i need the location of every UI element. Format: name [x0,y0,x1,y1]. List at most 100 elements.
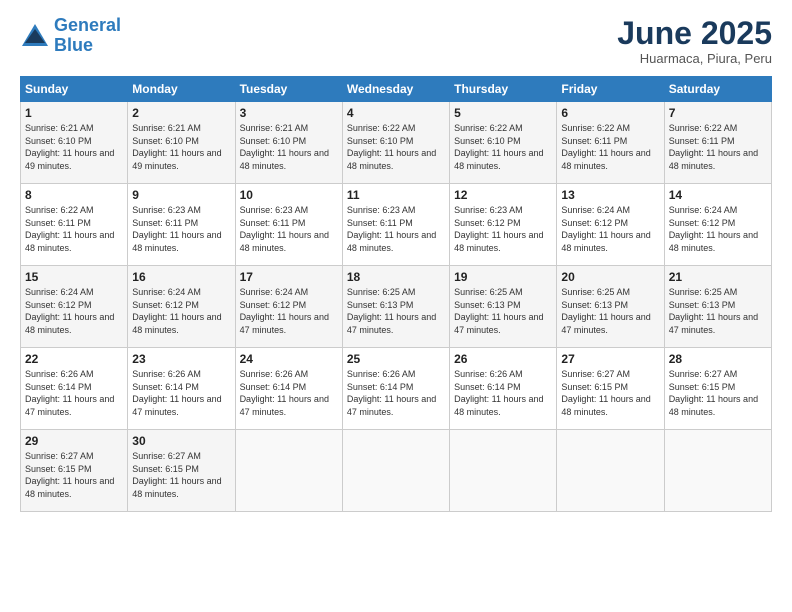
day-number: 21 [669,270,767,284]
cell-info: Sunrise: 6:27 AMSunset: 6:15 PMDaylight:… [561,368,659,418]
cell-info: Sunrise: 6:23 AMSunset: 6:11 PMDaylight:… [240,204,338,254]
logo: General Blue [20,16,121,56]
cell-info: Sunrise: 6:24 AMSunset: 6:12 PMDaylight:… [25,286,123,336]
col-tuesday: Tuesday [235,77,342,102]
cell-info: Sunrise: 6:22 AMSunset: 6:10 PMDaylight:… [454,122,552,172]
week-row-4: 22 Sunrise: 6:26 AMSunset: 6:14 PMDaylig… [21,348,772,430]
day-number: 30 [132,434,230,448]
cell-info: Sunrise: 6:21 AMSunset: 6:10 PMDaylight:… [25,122,123,172]
day-number: 14 [669,188,767,202]
day-cell: 3 Sunrise: 6:21 AMSunset: 6:10 PMDayligh… [235,102,342,184]
day-cell: 30 Sunrise: 6:27 AMSunset: 6:15 PMDaylig… [128,430,235,512]
day-number: 3 [240,106,338,120]
cell-info: Sunrise: 6:24 AMSunset: 6:12 PMDaylight:… [669,204,767,254]
day-number: 11 [347,188,445,202]
day-number: 20 [561,270,659,284]
day-cell: 15 Sunrise: 6:24 AMSunset: 6:12 PMDaylig… [21,266,128,348]
month-title: June 2025 [617,16,772,51]
cell-info: Sunrise: 6:21 AMSunset: 6:10 PMDaylight:… [132,122,230,172]
day-number: 9 [132,188,230,202]
day-cell [664,430,771,512]
cell-info: Sunrise: 6:26 AMSunset: 6:14 PMDaylight:… [240,368,338,418]
day-number: 5 [454,106,552,120]
day-number: 10 [240,188,338,202]
day-cell: 12 Sunrise: 6:23 AMSunset: 6:12 PMDaylig… [450,184,557,266]
day-number: 16 [132,270,230,284]
col-friday: Friday [557,77,664,102]
cell-info: Sunrise: 6:26 AMSunset: 6:14 PMDaylight:… [454,368,552,418]
day-number: 29 [25,434,123,448]
cell-info: Sunrise: 6:24 AMSunset: 6:12 PMDaylight:… [561,204,659,254]
day-number: 24 [240,352,338,366]
day-number: 7 [669,106,767,120]
cell-info: Sunrise: 6:25 AMSunset: 6:13 PMDaylight:… [454,286,552,336]
col-wednesday: Wednesday [342,77,449,102]
day-cell: 6 Sunrise: 6:22 AMSunset: 6:11 PMDayligh… [557,102,664,184]
day-number: 12 [454,188,552,202]
day-number: 13 [561,188,659,202]
location-subtitle: Huarmaca, Piura, Peru [617,51,772,66]
day-cell: 10 Sunrise: 6:23 AMSunset: 6:11 PMDaylig… [235,184,342,266]
cell-info: Sunrise: 6:25 AMSunset: 6:13 PMDaylight:… [669,286,767,336]
day-cell: 17 Sunrise: 6:24 AMSunset: 6:12 PMDaylig… [235,266,342,348]
cell-info: Sunrise: 6:24 AMSunset: 6:12 PMDaylight:… [132,286,230,336]
day-cell: 23 Sunrise: 6:26 AMSunset: 6:14 PMDaylig… [128,348,235,430]
day-number: 4 [347,106,445,120]
page: General Blue June 2025 Huarmaca, Piura, … [0,0,792,528]
week-row-2: 8 Sunrise: 6:22 AMSunset: 6:11 PMDayligh… [21,184,772,266]
day-cell: 13 Sunrise: 6:24 AMSunset: 6:12 PMDaylig… [557,184,664,266]
day-number: 2 [132,106,230,120]
day-number: 6 [561,106,659,120]
header-row: Sunday Monday Tuesday Wednesday Thursday… [21,77,772,102]
cell-info: Sunrise: 6:22 AMSunset: 6:11 PMDaylight:… [669,122,767,172]
cell-info: Sunrise: 6:22 AMSunset: 6:10 PMDaylight:… [347,122,445,172]
day-cell: 22 Sunrise: 6:26 AMSunset: 6:14 PMDaylig… [21,348,128,430]
cell-info: Sunrise: 6:27 AMSunset: 6:15 PMDaylight:… [25,450,123,500]
cell-info: Sunrise: 6:26 AMSunset: 6:14 PMDaylight:… [347,368,445,418]
cell-info: Sunrise: 6:23 AMSunset: 6:11 PMDaylight:… [347,204,445,254]
header: General Blue June 2025 Huarmaca, Piura, … [20,16,772,66]
title-block: June 2025 Huarmaca, Piura, Peru [617,16,772,66]
day-number: 26 [454,352,552,366]
day-number: 17 [240,270,338,284]
cell-info: Sunrise: 6:23 AMSunset: 6:12 PMDaylight:… [454,204,552,254]
day-cell: 25 Sunrise: 6:26 AMSunset: 6:14 PMDaylig… [342,348,449,430]
cell-info: Sunrise: 6:22 AMSunset: 6:11 PMDaylight:… [561,122,659,172]
day-cell: 24 Sunrise: 6:26 AMSunset: 6:14 PMDaylig… [235,348,342,430]
day-cell [235,430,342,512]
day-number: 27 [561,352,659,366]
day-cell: 9 Sunrise: 6:23 AMSunset: 6:11 PMDayligh… [128,184,235,266]
day-cell: 28 Sunrise: 6:27 AMSunset: 6:15 PMDaylig… [664,348,771,430]
week-row-3: 15 Sunrise: 6:24 AMSunset: 6:12 PMDaylig… [21,266,772,348]
col-sunday: Sunday [21,77,128,102]
day-cell [557,430,664,512]
week-row-1: 1 Sunrise: 6:21 AMSunset: 6:10 PMDayligh… [21,102,772,184]
cell-info: Sunrise: 6:26 AMSunset: 6:14 PMDaylight:… [25,368,123,418]
day-cell: 18 Sunrise: 6:25 AMSunset: 6:13 PMDaylig… [342,266,449,348]
cell-info: Sunrise: 6:26 AMSunset: 6:14 PMDaylight:… [132,368,230,418]
day-cell: 7 Sunrise: 6:22 AMSunset: 6:11 PMDayligh… [664,102,771,184]
logo-icon [20,21,50,51]
calendar-body: 1 Sunrise: 6:21 AMSunset: 6:10 PMDayligh… [21,102,772,512]
day-number: 25 [347,352,445,366]
cell-info: Sunrise: 6:23 AMSunset: 6:11 PMDaylight:… [132,204,230,254]
day-cell: 21 Sunrise: 6:25 AMSunset: 6:13 PMDaylig… [664,266,771,348]
day-cell: 19 Sunrise: 6:25 AMSunset: 6:13 PMDaylig… [450,266,557,348]
day-cell: 27 Sunrise: 6:27 AMSunset: 6:15 PMDaylig… [557,348,664,430]
day-cell: 2 Sunrise: 6:21 AMSunset: 6:10 PMDayligh… [128,102,235,184]
cell-info: Sunrise: 6:21 AMSunset: 6:10 PMDaylight:… [240,122,338,172]
day-cell: 1 Sunrise: 6:21 AMSunset: 6:10 PMDayligh… [21,102,128,184]
cell-info: Sunrise: 6:27 AMSunset: 6:15 PMDaylight:… [132,450,230,500]
day-number: 15 [25,270,123,284]
day-number: 23 [132,352,230,366]
week-row-5: 29 Sunrise: 6:27 AMSunset: 6:15 PMDaylig… [21,430,772,512]
day-number: 8 [25,188,123,202]
day-cell: 11 Sunrise: 6:23 AMSunset: 6:11 PMDaylig… [342,184,449,266]
day-cell: 8 Sunrise: 6:22 AMSunset: 6:11 PMDayligh… [21,184,128,266]
cell-info: Sunrise: 6:25 AMSunset: 6:13 PMDaylight:… [347,286,445,336]
cell-info: Sunrise: 6:24 AMSunset: 6:12 PMDaylight:… [240,286,338,336]
day-cell [450,430,557,512]
logo-text: General Blue [54,16,121,56]
day-cell: 4 Sunrise: 6:22 AMSunset: 6:10 PMDayligh… [342,102,449,184]
col-thursday: Thursday [450,77,557,102]
